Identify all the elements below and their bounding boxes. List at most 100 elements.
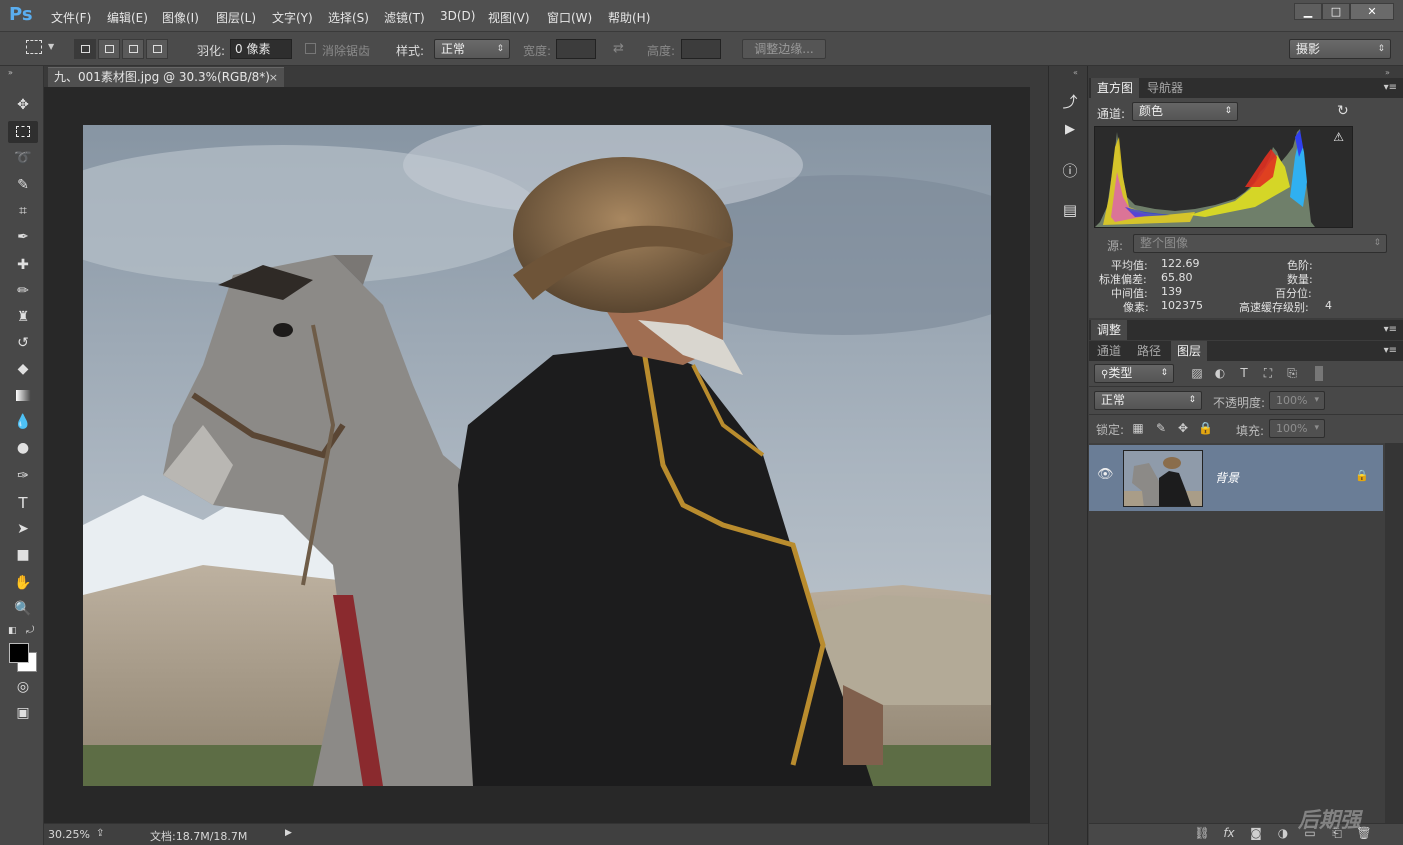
lock-position-icon[interactable]: ✥: [1176, 421, 1190, 435]
expand-dock-icon[interactable]: «: [1073, 68, 1078, 77]
lasso-tool-icon[interactable]: ➰: [8, 147, 38, 169]
filter-pixel-icon[interactable]: ▨: [1190, 366, 1204, 380]
history-panel-icon[interactable]: ⤴: [1059, 91, 1081, 113]
status-menu-arrow-icon[interactable]: ▶: [285, 828, 292, 838]
history-brush-tool-icon[interactable]: ↺: [8, 332, 38, 354]
menu-file[interactable]: 文件(F): [51, 9, 91, 26]
document-tab[interactable]: 九、001素材图.jpg @ 30.3%(RGB/8*) ×: [48, 67, 284, 87]
menu-3d[interactable]: 3D(D): [440, 9, 475, 23]
vertical-scrollbar[interactable]: [1030, 87, 1048, 823]
opacity-input[interactable]: 100% ▾: [1269, 391, 1325, 410]
filter-adjustment-icon[interactable]: ◐: [1213, 366, 1227, 380]
style-select[interactable]: 正常 ⇕: [434, 39, 510, 59]
quick-mask-icon[interactable]: ◎: [8, 676, 38, 698]
panel-menu-icon[interactable]: ▾≡: [1384, 324, 1397, 335]
layer-visibility-eye-icon[interactable]: 👁: [1097, 467, 1114, 482]
tool-presets-panel-icon[interactable]: ▤: [1059, 199, 1081, 221]
layer-style-fx-icon[interactable]: fx: [1220, 826, 1238, 842]
tab-paths[interactable]: 路径: [1131, 341, 1167, 361]
screen-mode-icon[interactable]: ▣: [8, 702, 38, 724]
menu-image[interactable]: 图像(I): [162, 9, 199, 26]
layer-filter-select[interactable]: ⚲类型 ⇕: [1094, 364, 1174, 383]
eraser-tool-icon[interactable]: ◆: [8, 358, 38, 380]
filter-shape-icon[interactable]: ⛶: [1261, 366, 1275, 380]
lock-all-icon[interactable]: 🔒: [1198, 421, 1213, 435]
swap-width-height-icon[interactable]: ⇄: [613, 41, 624, 56]
filter-smart-object-icon[interactable]: ⎘: [1285, 366, 1299, 380]
add-mask-icon[interactable]: ◙: [1247, 826, 1265, 842]
add-selection-mode-button[interactable]: [98, 39, 120, 59]
tab-navigator[interactable]: 导航器: [1141, 78, 1189, 98]
blend-mode-select[interactable]: 正常 ⇕: [1094, 391, 1202, 410]
close-tab-icon[interactable]: ×: [269, 68, 278, 87]
tab-adjustments[interactable]: 调整: [1091, 320, 1128, 340]
brush-tool-icon[interactable]: ✏: [8, 280, 38, 302]
quick-selection-tool-icon[interactable]: ✎: [8, 174, 38, 196]
layer-name[interactable]: 背景: [1215, 469, 1239, 486]
feather-input[interactable]: 0 像素: [230, 39, 292, 59]
layer-row-background[interactable]: 👁 背景 🔒: [1089, 445, 1383, 511]
info-panel-icon[interactable]: ⓘ: [1059, 160, 1081, 182]
menu-help[interactable]: 帮助(H): [608, 9, 650, 26]
healing-brush-tool-icon[interactable]: ✚: [8, 254, 38, 276]
blur-tool-icon[interactable]: 💧: [8, 411, 38, 433]
close-window-button[interactable]: ✕: [1350, 3, 1394, 20]
fill-input[interactable]: 100% ▾: [1269, 419, 1325, 438]
zoom-tool-icon[interactable]: 🔍: [8, 598, 38, 620]
gradient-tool-icon[interactable]: [8, 385, 38, 407]
crop-tool-icon[interactable]: ⌗: [8, 200, 38, 222]
path-selection-tool-icon[interactable]: ➤: [8, 518, 38, 540]
move-tool-icon[interactable]: ✥: [8, 94, 38, 116]
height-input[interactable]: [681, 39, 721, 59]
menu-select[interactable]: 选择(S): [328, 9, 369, 26]
collapse-left-icon[interactable]: »: [8, 68, 13, 77]
rect-marquee-tool-icon[interactable]: [8, 121, 38, 143]
workspace-select[interactable]: 摄影 ⇕: [1289, 39, 1391, 59]
menu-filter[interactable]: 滤镜(T): [384, 9, 425, 26]
subtract-selection-mode-button[interactable]: [122, 39, 144, 59]
menu-edit[interactable]: 编辑(E): [107, 9, 148, 26]
channel-select[interactable]: 颜色 ⇕: [1132, 102, 1238, 121]
menu-view[interactable]: 视图(V): [488, 9, 530, 26]
tab-histogram[interactable]: 直方图: [1091, 78, 1140, 98]
marquee-preset-icon[interactable]: [26, 40, 42, 54]
filter-toggle-switch[interactable]: [1315, 366, 1323, 381]
menu-layer[interactable]: 图层(L): [216, 9, 256, 26]
refresh-histogram-icon[interactable]: ↻: [1337, 103, 1349, 119]
maximize-button[interactable]: □: [1322, 3, 1350, 20]
default-colors-icon[interactable]: ◧: [8, 626, 17, 636]
intersect-selection-mode-button[interactable]: [146, 39, 168, 59]
preset-dropdown-icon[interactable]: ▼: [48, 42, 54, 51]
tab-channels[interactable]: 通道: [1091, 341, 1127, 361]
share-icon[interactable]: ⇪: [96, 828, 104, 839]
foreground-color-swatch[interactable]: [9, 643, 29, 663]
swap-colors-icon[interactable]: ⤾: [26, 625, 34, 636]
eyedropper-tool-icon[interactable]: ✒: [8, 226, 38, 248]
antialias-checkbox[interactable]: [305, 43, 316, 54]
layers-scrollbar[interactable]: [1385, 443, 1403, 823]
warning-icon[interactable]: ⚠: [1333, 130, 1344, 144]
pen-tool-icon[interactable]: ✑: [8, 465, 38, 487]
new-selection-mode-button[interactable]: [74, 39, 96, 59]
collapse-right-icon[interactable]: »: [1385, 68, 1390, 77]
link-layers-icon[interactable]: ⛓: [1193, 826, 1211, 842]
new-adjustment-layer-icon[interactable]: ◑: [1274, 826, 1292, 842]
source-select[interactable]: 整个图像 ⇕: [1133, 234, 1387, 253]
panel-menu-icon[interactable]: ▾≡: [1384, 82, 1397, 93]
tab-layers[interactable]: 图层: [1171, 341, 1208, 361]
minimize-button[interactable]: ▁: [1294, 3, 1322, 20]
actions-panel-icon[interactable]: ▶: [1059, 119, 1081, 141]
panel-menu-icon[interactable]: ▾≡: [1384, 345, 1397, 356]
refine-edge-button[interactable]: 调整边缘...: [742, 39, 826, 59]
width-input[interactable]: [556, 39, 596, 59]
lock-transparent-icon[interactable]: ▦: [1131, 421, 1145, 435]
hand-tool-icon[interactable]: ✋: [8, 572, 38, 594]
menu-window[interactable]: 窗口(W): [547, 9, 592, 26]
lock-image-icon[interactable]: ✎: [1154, 421, 1168, 435]
rectangle-tool-icon[interactable]: ■: [8, 544, 38, 566]
clone-stamp-tool-icon[interactable]: ♜: [8, 306, 38, 328]
filter-type-icon[interactable]: T: [1237, 366, 1251, 380]
document-image[interactable]: [83, 125, 991, 786]
dodge-tool-icon[interactable]: ●: [8, 437, 38, 459]
menu-type[interactable]: 文字(Y): [272, 9, 313, 26]
